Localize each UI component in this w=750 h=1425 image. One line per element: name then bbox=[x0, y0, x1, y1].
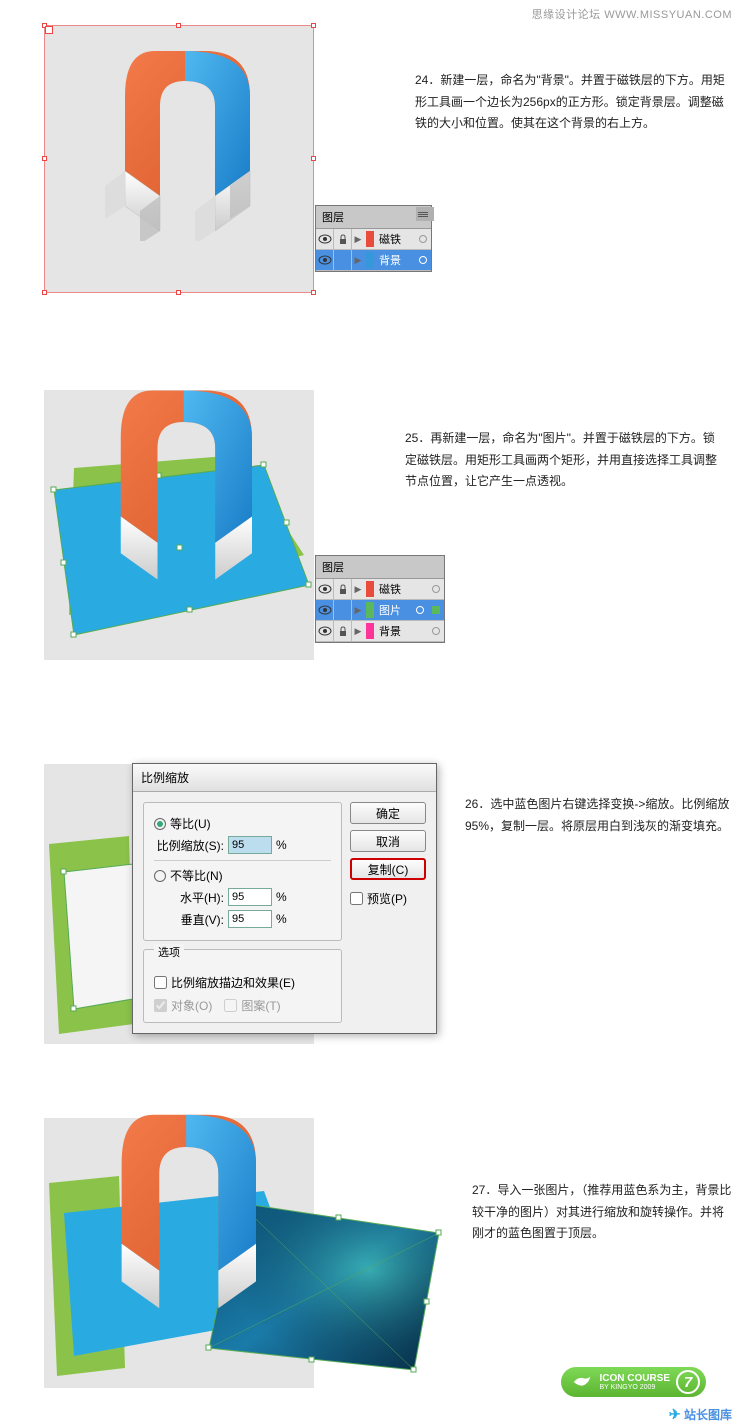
visibility-toggle[interactable] bbox=[316, 600, 334, 620]
horiz-label: 水平(H): bbox=[154, 889, 224, 906]
scale-s-input[interactable] bbox=[228, 836, 272, 854]
target-icon[interactable] bbox=[419, 235, 427, 243]
target-icon[interactable] bbox=[432, 627, 440, 635]
expand-toggle[interactable]: ▶ bbox=[352, 579, 364, 599]
layer-color-swatch bbox=[366, 252, 374, 268]
layer-name[interactable]: 图片 bbox=[376, 602, 412, 618]
lock-toggle[interactable] bbox=[334, 579, 352, 599]
layer-name[interactable]: 背景 bbox=[376, 252, 415, 268]
layer-color-swatch bbox=[366, 581, 374, 597]
expand-toggle[interactable]: ▶ bbox=[352, 229, 364, 249]
badge-number: 7 bbox=[676, 1370, 700, 1394]
visibility-toggle[interactable] bbox=[316, 579, 334, 599]
layer-row-bg[interactable]: ▶ 背景 bbox=[316, 250, 431, 271]
canvas-step27 bbox=[44, 1118, 314, 1388]
scale-s-label: 比例缩放(S): bbox=[154, 837, 224, 854]
expand-toggle[interactable]: ▶ bbox=[352, 621, 364, 641]
dialog-title: 比例缩放 bbox=[133, 764, 436, 792]
layer-name[interactable]: 背景 bbox=[376, 623, 428, 639]
layer-name[interactable]: 磁铁 bbox=[376, 581, 428, 597]
magnet-icon bbox=[99, 380, 279, 590]
visibility-toggle[interactable] bbox=[316, 229, 334, 249]
target-icon[interactable] bbox=[419, 256, 427, 264]
layers-panel: 图层 ▶ 磁铁 ▶ 背景 bbox=[315, 205, 432, 272]
site-watermark: 思缘设计论坛 WWW.MISSYUAN.COM bbox=[532, 6, 732, 22]
panel-menu-icon[interactable] bbox=[416, 207, 434, 221]
selection-handle[interactable] bbox=[42, 290, 47, 295]
layer-color-swatch bbox=[366, 602, 374, 618]
options-legend: 选项 bbox=[154, 944, 184, 960]
objects-checkbox: 对象(O) bbox=[154, 997, 212, 1014]
lock-toggle[interactable] bbox=[334, 621, 352, 641]
step-25-figure bbox=[44, 390, 314, 660]
target-icon[interactable] bbox=[416, 606, 424, 614]
selection-handle[interactable] bbox=[311, 156, 316, 161]
options-group: 选项 比例缩放描边和效果(E) 对象(O) 图案(T) bbox=[143, 949, 342, 1023]
nonuniform-radio[interactable] bbox=[154, 870, 166, 882]
step-27-text: 27．导入一张图片，（推荐用蓝色系为主，背景比较干净的图片）对其进行缩放和旋转操… bbox=[472, 1180, 732, 1245]
selection-handle[interactable] bbox=[311, 290, 316, 295]
step-26-text: 26．选中蓝色图片右键选择变换->缩放。比例缩放95%，复制一层。将原层用白到浅… bbox=[465, 794, 740, 837]
percent-label: % bbox=[276, 838, 287, 852]
layer-color-swatch bbox=[366, 623, 374, 639]
bird-icon bbox=[571, 1371, 593, 1393]
scale-strokes-checkbox[interactable]: 比例缩放描边和效果(E) bbox=[154, 974, 331, 991]
layer-row-bg[interactable]: ▶ 背景 bbox=[316, 621, 444, 642]
selection-handle[interactable] bbox=[42, 23, 47, 28]
nonuniform-label: 不等比(N) bbox=[170, 867, 223, 884]
vert-label: 垂直(V): bbox=[154, 911, 224, 928]
magnet-icon bbox=[99, 1104, 284, 1319]
selection-handle[interactable] bbox=[42, 156, 47, 161]
preview-checkbox[interactable]: 预览(P) bbox=[350, 890, 426, 907]
layer-color-swatch bbox=[366, 231, 374, 247]
expand-toggle[interactable]: ▶ bbox=[352, 600, 364, 620]
ok-button[interactable]: 确定 bbox=[350, 802, 426, 824]
layer-row-magnet[interactable]: ▶ 磁铁 bbox=[316, 579, 444, 600]
uniform-radio[interactable] bbox=[154, 818, 166, 830]
lock-toggle[interactable] bbox=[334, 250, 352, 270]
scale-mode-group: 等比(U) 比例缩放(S): % 不等比(N) 水平(H): % bbox=[143, 802, 342, 941]
selection-handle[interactable] bbox=[176, 23, 181, 28]
percent-label: % bbox=[276, 890, 287, 904]
lock-toggle[interactable] bbox=[334, 600, 352, 620]
horiz-input[interactable] bbox=[228, 888, 272, 906]
magnet-icon bbox=[105, 41, 275, 241]
layers-panel-header: 图层 bbox=[316, 556, 444, 579]
layer-row-magnet[interactable]: ▶ 磁铁 bbox=[316, 229, 431, 250]
badge-text: ICON COURSE BY KINGYO 2009 bbox=[599, 1373, 670, 1392]
uniform-label: 等比(U) bbox=[170, 815, 211, 832]
patterns-checkbox: 图案(T) bbox=[224, 997, 280, 1014]
canvas-bg-selected bbox=[44, 25, 314, 293]
step-24-figure bbox=[44, 25, 314, 293]
cancel-button[interactable]: 取消 bbox=[350, 830, 426, 852]
copy-button[interactable]: 复制(C) bbox=[350, 858, 426, 880]
vert-input[interactable] bbox=[228, 910, 272, 928]
step-25-text: 25．再新建一层，命名为"图片"。并置于磁铁层的下方。锁定磁铁层。用矩形工具画两… bbox=[405, 428, 725, 493]
visibility-toggle[interactable] bbox=[316, 250, 334, 270]
layer-row-pic[interactable]: ▶ 图片 bbox=[316, 600, 444, 621]
layers-panel-2: 图层 ▶ 磁铁 ▶ 图片 ▶ 背景 bbox=[315, 555, 445, 643]
target-icon[interactable] bbox=[432, 585, 440, 593]
visibility-toggle[interactable] bbox=[316, 621, 334, 641]
percent-label: % bbox=[276, 912, 287, 926]
step-24-text: 24．新建一层，命名为"背景"。并置于磁铁层的下方。用矩形工具画一个边长为256… bbox=[415, 70, 735, 135]
scale-dialog: 比例缩放 等比(U) 比例缩放(S): % 不等比(N) 水 bbox=[132, 763, 437, 1034]
lock-toggle[interactable] bbox=[334, 229, 352, 249]
wing-icon: ✈ bbox=[669, 1406, 681, 1422]
layers-panel-title: 图层 bbox=[322, 559, 344, 575]
selection-handle[interactable] bbox=[311, 23, 316, 28]
layer-name[interactable]: 磁铁 bbox=[376, 231, 415, 247]
selection-handle[interactable] bbox=[176, 290, 181, 295]
selection-indicator bbox=[432, 606, 440, 614]
footer-logo: ✈ 站长图库 bbox=[669, 1406, 732, 1423]
step-27-figure bbox=[44, 1118, 314, 1388]
layers-panel-header: 图层 bbox=[316, 206, 431, 229]
course-badge: ICON COURSE BY KINGYO 2009 7 bbox=[561, 1367, 706, 1397]
expand-toggle[interactable]: ▶ bbox=[352, 250, 364, 270]
canvas-with-shapes bbox=[44, 390, 314, 660]
layers-panel-title: 图层 bbox=[322, 209, 344, 225]
